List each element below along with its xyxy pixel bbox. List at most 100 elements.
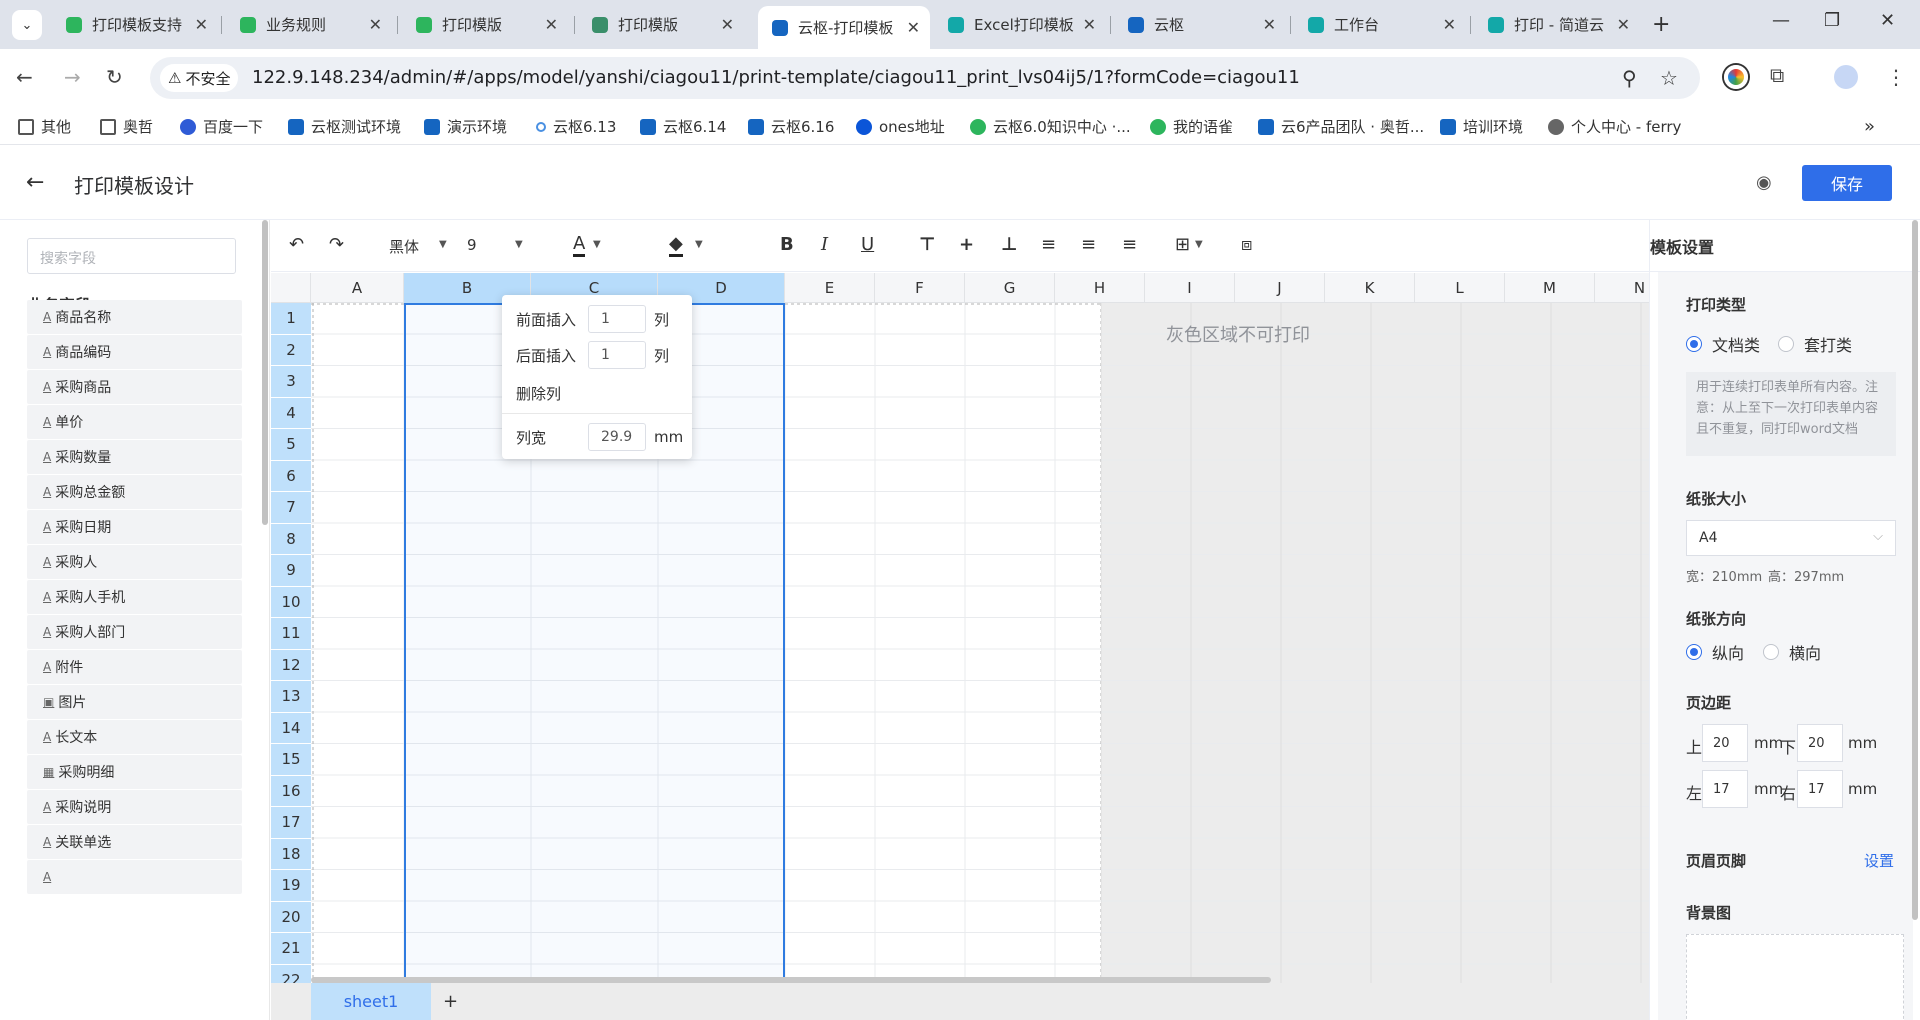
puzzle-extensions-icon[interactable]: ⧉: [1770, 63, 1784, 87]
field-item[interactable]: A 关联单选: [27, 825, 242, 859]
browser-tab[interactable]: 打印 - 简道云 ✕: [1474, 6, 1640, 43]
field-item[interactable]: ▣ 图片: [27, 685, 242, 719]
browser-tab[interactable]: Excel打印模板 ✕: [934, 6, 1106, 43]
back-icon[interactable]: ←: [16, 65, 33, 89]
fill-color-icon[interactable]: ◆: [669, 234, 683, 257]
column-header[interactable]: L: [1415, 273, 1505, 303]
caret-down-icon[interactable]: ▼: [515, 239, 523, 250]
delete-column-item[interactable]: 删除列: [516, 383, 561, 404]
close-icon[interactable]: ✕: [907, 18, 920, 37]
radio-overlay-type[interactable]: 套打类: [1778, 332, 1852, 356]
column-header[interactable]: A: [311, 273, 404, 303]
save-button[interactable]: 保存: [1802, 165, 1892, 201]
insert-before-count-input[interactable]: 1: [588, 305, 647, 333]
close-icon[interactable]: ✕: [1263, 15, 1276, 34]
row-header[interactable]: 22: [271, 964, 311, 983]
caret-down-icon[interactable]: ▼: [1195, 239, 1203, 250]
address-bar[interactable]: ⚠ 不安全 122.9.148.234/admin/#/apps/model/y…: [150, 57, 1700, 99]
field-item[interactable]: A 采购人手机: [27, 580, 242, 614]
bold-icon[interactable]: B: [780, 234, 794, 255]
radio-landscape[interactable]: 横向: [1763, 640, 1821, 664]
row-header[interactable]: 11: [271, 618, 311, 650]
delete-column-label[interactable]: 删除列: [516, 383, 561, 404]
undo-icon[interactable]: ↶: [289, 234, 304, 255]
align-center-icon[interactable]: ≡: [1081, 234, 1096, 255]
security-chip[interactable]: ⚠ 不安全: [160, 64, 239, 92]
back-arrow-icon[interactable]: ←: [26, 170, 44, 195]
field-item[interactable]: A 采购总金额: [27, 475, 242, 509]
row-header[interactable]: 4: [271, 397, 311, 429]
close-icon[interactable]: ✕: [1617, 15, 1630, 34]
close-icon[interactable]: ✕: [195, 15, 208, 34]
restore-icon[interactable]: ❐: [1824, 10, 1840, 31]
bookmark-item[interactable]: 百度一下: [180, 116, 263, 137]
bookmark-item[interactable]: 云枢6.14: [640, 116, 726, 137]
column-header[interactable]: G: [965, 273, 1055, 303]
reload-icon[interactable]: ↻: [106, 65, 123, 89]
field-item[interactable]: A 商品编码: [27, 335, 242, 369]
margin-bottom-input[interactable]: 20: [1797, 724, 1843, 762]
url-text[interactable]: 122.9.148.234/admin/#/apps/model/yanshi/…: [252, 67, 1300, 88]
browser-tab-active[interactable]: 云枢-打印模板 ✕: [758, 6, 930, 49]
align-bottom-icon[interactable]: ⊥: [1001, 234, 1017, 255]
browser-tab[interactable]: 业务规则 ✕: [226, 6, 392, 43]
bookmark-item[interactable]: 培训环境: [1440, 116, 1523, 137]
column-width-input[interactable]: 29.9: [588, 423, 647, 451]
insert-after-count-input[interactable]: 1: [588, 341, 647, 369]
row-header[interactable]: 14: [271, 712, 311, 744]
sheet-tab[interactable]: sheet1: [311, 983, 431, 1020]
tab-search-chevron-icon[interactable]: ⌄: [12, 10, 42, 40]
bookmark-item[interactable]: 演示环境: [424, 116, 507, 137]
browser-tab[interactable]: 工作台 ✕: [1294, 6, 1466, 43]
add-sheet-button[interactable]: +: [443, 991, 458, 1012]
header-footer-settings-link[interactable]: 设置: [1864, 850, 1894, 871]
field-item[interactable]: A 采购说明: [27, 790, 242, 824]
minimize-icon[interactable]: —: [1772, 10, 1790, 31]
row-header[interactable]: 1: [271, 303, 311, 335]
new-tab-plus-icon[interactable]: +: [1652, 12, 1670, 37]
field-search-input[interactable]: 搜索字段: [27, 238, 236, 274]
row-header[interactable]: 15: [271, 744, 311, 776]
bookmark-item[interactable]: 其他: [18, 116, 71, 137]
font-size-select[interactable]: 9: [467, 236, 477, 254]
field-item[interactable]: A 商品名称: [27, 300, 242, 334]
align-right-icon[interactable]: ≡: [1122, 234, 1137, 255]
bookmark-item[interactable]: 个人中心 - ferry: [1548, 116, 1681, 137]
column-header[interactable]: H: [1055, 273, 1145, 303]
right-scrollbar[interactable]: [1912, 220, 1918, 920]
row-header[interactable]: 19: [271, 870, 311, 902]
row-header[interactable]: 3: [271, 366, 311, 398]
bookmark-item[interactable]: 云枢6.16: [748, 116, 834, 137]
field-item[interactable]: A 采购日期: [27, 510, 242, 544]
bookmark-item[interactable]: ones地址: [856, 116, 945, 137]
browser-tab[interactable]: 打印模版 ✕: [578, 6, 744, 43]
insert-after-label[interactable]: 后面插入: [516, 345, 576, 366]
field-item[interactable]: ▦ 采购明细: [27, 755, 242, 789]
bookmark-item[interactable]: 云枢6.13: [536, 116, 616, 137]
row-header[interactable]: 20: [271, 901, 311, 933]
field-item[interactable]: A 采购商品: [27, 370, 242, 404]
font-color-icon[interactable]: A: [573, 234, 586, 257]
kebab-menu-icon[interactable]: ⋮: [1886, 65, 1906, 89]
caret-down-icon[interactable]: ▼: [593, 239, 601, 250]
row-header[interactable]: 17: [271, 807, 311, 839]
row-header[interactable]: 16: [271, 775, 311, 807]
align-left-icon[interactable]: ≡: [1041, 234, 1056, 255]
align-middle-icon[interactable]: +: [959, 234, 974, 255]
italic-icon[interactable]: I: [821, 234, 828, 255]
bookmark-item[interactable]: 我的语雀: [1150, 116, 1233, 137]
bookmark-item[interactable]: 云枢测试环境: [288, 116, 401, 137]
column-header[interactable]: J: [1235, 273, 1325, 303]
field-item[interactable]: A 采购数量: [27, 440, 242, 474]
insert-before-label[interactable]: 前面插入: [516, 309, 576, 330]
margin-left-input[interactable]: 17: [1702, 770, 1748, 808]
browser-tab[interactable]: 云枢 ✕: [1114, 6, 1286, 43]
field-item[interactable]: A 附件: [27, 650, 242, 684]
field-item[interactable]: A 长文本: [27, 720, 242, 754]
window-close-icon[interactable]: ✕: [1880, 10, 1895, 31]
field-item[interactable]: A 单价: [27, 405, 242, 439]
radio-portrait[interactable]: 纵向: [1686, 640, 1744, 664]
insert-after-row[interactable]: 后面插入 1 列: [516, 341, 669, 369]
insert-before-row[interactable]: 前面插入 1 列: [516, 305, 669, 333]
column-header[interactable]: E: [785, 273, 875, 303]
